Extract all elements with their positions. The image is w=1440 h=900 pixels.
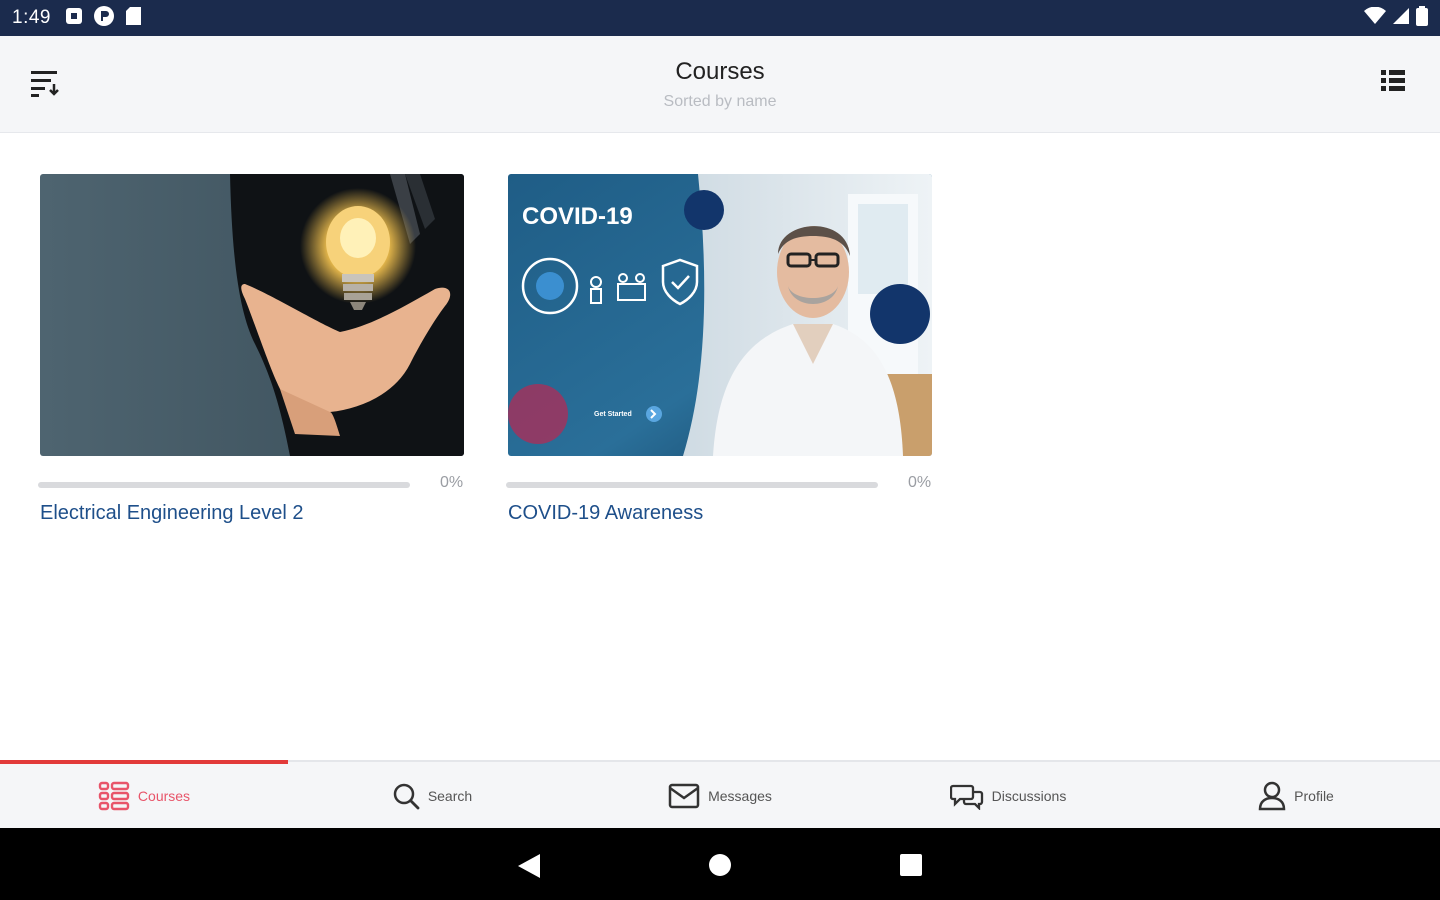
battery-icon <box>1416 5 1428 31</box>
home-circle-icon <box>709 854 731 876</box>
status-time: 1:49 <box>12 7 51 28</box>
chat-icon <box>949 784 983 810</box>
page-title: Courses <box>675 58 765 85</box>
sync-icon <box>93 5 115 32</box>
nav-tab-profile[interactable]: Profile <box>1152 762 1440 830</box>
sd-card-icon <box>125 6 143 31</box>
course-thumbnail[interactable]: COVID-19 Get Started <box>508 174 932 456</box>
course-progress: 0% <box>506 474 934 502</box>
course-title[interactable]: COVID-19 Awareness <box>508 502 934 525</box>
nav-tab-courses[interactable]: Courses <box>0 762 288 830</box>
bottom-nav: Courses Search Messages Discussions Prof… <box>0 760 1440 828</box>
nav-tab-messages[interactable]: Messages <box>576 762 864 830</box>
list-view-icon <box>1381 70 1405 91</box>
mail-icon <box>668 783 700 809</box>
courses-icon <box>98 781 130 811</box>
status-icons-right <box>1364 5 1428 31</box>
view-toggle-button[interactable] <box>1380 68 1412 100</box>
status-icons-left <box>65 5 143 32</box>
covid-banner-image: COVID-19 Get Started <box>508 174 932 456</box>
nav-tab-discussions[interactable]: Discussions <box>864 762 1152 830</box>
home-button[interactable] <box>707 852 735 880</box>
covid-get-started-text: Get Started <box>594 411 632 418</box>
sort-subtitle: Sorted by name <box>663 93 777 110</box>
lightbulb-hand-image <box>40 174 464 456</box>
nav-label: Profile <box>1294 788 1334 804</box>
search-icon <box>393 783 420 810</box>
system-nav-bar <box>0 828 1440 900</box>
progress-percent: 0% <box>440 474 464 491</box>
wifi-icon <box>1364 6 1386 30</box>
nav-label: Discussions <box>991 788 1067 804</box>
cellular-icon <box>1392 7 1410 30</box>
course-card[interactable]: COVID-19 Get Started 0% COVID-19 Awarene… <box>506 174 934 525</box>
nav-label: Messages <box>708 788 772 804</box>
back-button[interactable] <box>516 852 544 880</box>
course-card[interactable]: 0% Electrical Engineering Level 2 <box>38 174 466 525</box>
nav-label: Courses <box>137 788 191 804</box>
svg-text:COVID-19: COVID-19 <box>522 203 633 230</box>
user-icon <box>1258 781 1286 811</box>
progress-bar <box>38 482 410 488</box>
nav-tab-search[interactable]: Search <box>288 762 576 830</box>
status-bar: 1:49 <box>0 0 1440 36</box>
back-triangle-icon <box>518 854 540 878</box>
course-title[interactable]: Electrical Engineering Level 2 <box>40 502 466 525</box>
app-bar: Courses Sorted by name <box>0 36 1440 133</box>
progress-bar <box>506 482 878 488</box>
course-progress: 0% <box>38 474 466 502</box>
progress-percent: 0% <box>908 474 932 491</box>
notification-icon <box>65 7 83 30</box>
nav-label: Search <box>427 788 473 804</box>
recents-button[interactable] <box>898 852 926 880</box>
recents-square-icon <box>900 854 922 876</box>
course-thumbnail[interactable] <box>40 174 464 456</box>
